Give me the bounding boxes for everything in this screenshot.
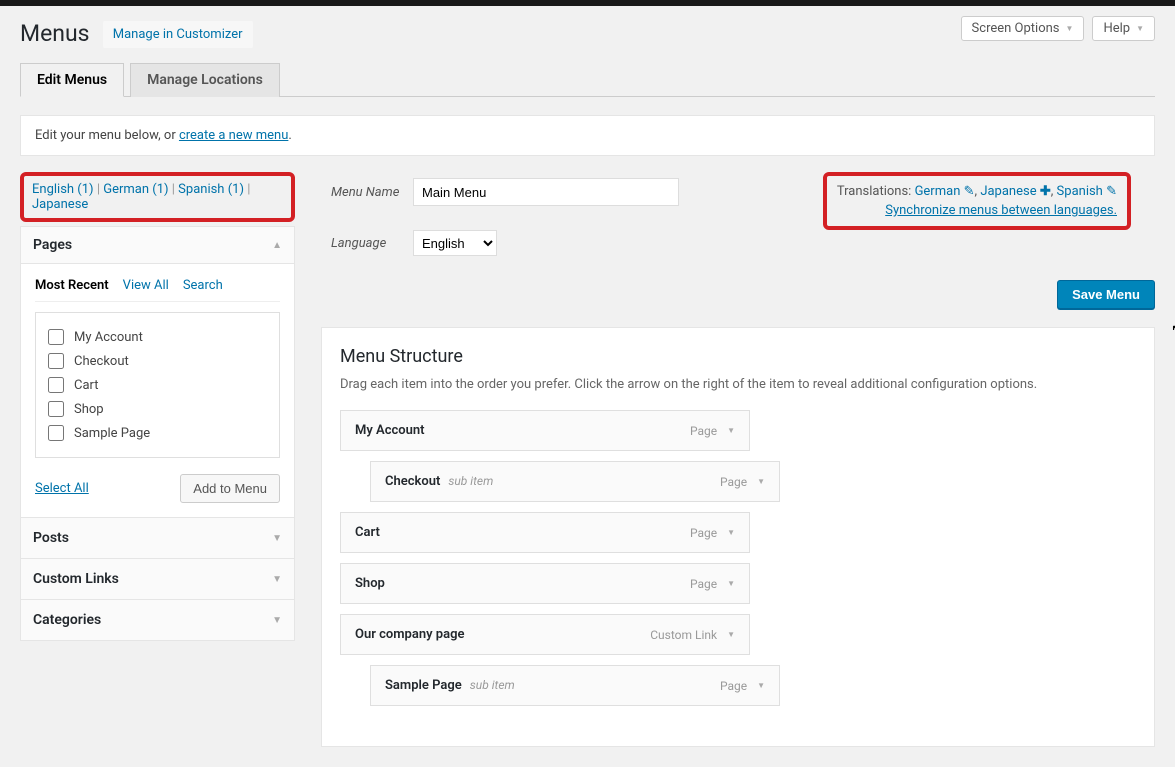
help-label: Help <box>1103 21 1130 36</box>
save-menu-button[interactable]: Save Menu <box>1057 280 1155 309</box>
pages-accordion-toggle[interactable]: Pages ▲ <box>21 227 294 264</box>
pages-tab-search[interactable]: Search <box>183 278 223 293</box>
custom-links-accordion-toggle[interactable]: Custom Links ▼ <box>20 559 295 600</box>
page-checkbox[interactable] <box>48 353 64 369</box>
chevron-down-icon: ▼ <box>1066 24 1074 33</box>
chevron-down-icon[interactable]: ▼ <box>727 630 735 639</box>
screen-options-label: Screen Options <box>972 21 1060 36</box>
menu-item[interactable]: Shop Page▼ <box>340 563 750 604</box>
page-checkbox[interactable] <box>48 329 64 345</box>
chevron-down-icon[interactable]: ▼ <box>727 528 735 537</box>
language-label: Language <box>331 236 413 251</box>
page-item[interactable]: Checkout <box>48 349 267 373</box>
chevron-down-icon: ▼ <box>272 574 282 585</box>
chevron-down-icon[interactable]: ▼ <box>727 579 735 588</box>
menu-item[interactable]: Checkoutsub item Page▼ <box>370 461 780 502</box>
synchronize-menus-link[interactable]: Synchronize menus between languages. <box>837 203 1117 218</box>
notice-text: Edit your menu below, or <box>35 128 179 143</box>
notice-text-after: . <box>288 128 291 143</box>
page-title: Menus <box>20 6 90 55</box>
menu-item[interactable]: Our company page Custom Link▼ <box>340 614 750 655</box>
page-item[interactable]: Cart <box>48 373 267 397</box>
menu-structure-description: Drag each item into the order you prefer… <box>340 377 1136 392</box>
menu-item[interactable]: Sample Pagesub item Page▼ <box>370 665 780 706</box>
menu-name-input[interactable] <box>413 178 679 206</box>
custom-links-accordion-title: Custom Links <box>33 571 119 587</box>
pages-tab-recent[interactable]: Most Recent <box>35 278 109 293</box>
categories-accordion-title: Categories <box>33 612 101 628</box>
language-select[interactable]: English <box>413 230 497 256</box>
translation-japanese-link[interactable]: Japanese ✚ <box>980 184 1050 199</box>
page-item[interactable]: My Account <box>48 325 267 349</box>
posts-accordion-toggle[interactable]: Posts ▼ <box>20 518 295 559</box>
chevron-down-icon: ▼ <box>1136 24 1144 33</box>
chevron-up-icon: ▲ <box>272 240 282 251</box>
translations-box: Translations: German ✎, Japanese ✚, Span… <box>823 172 1131 230</box>
page-checkbox[interactable] <box>48 401 64 417</box>
pencil-icon: ✎ <box>1106 184 1117 199</box>
plus-icon: ✚ <box>1040 184 1051 199</box>
add-to-menu-button[interactable]: Add to Menu <box>180 474 280 503</box>
lang-spanish-link[interactable]: Spanish (1) <box>178 182 244 197</box>
posts-accordion-title: Posts <box>33 530 69 546</box>
tab-manage-locations[interactable]: Manage Locations <box>130 63 280 97</box>
page-checkbox[interactable] <box>48 425 64 441</box>
select-all-link[interactable]: Select All <box>35 481 89 496</box>
chevron-down-icon: ▼ <box>272 615 282 626</box>
pages-accordion-title: Pages <box>33 237 72 253</box>
menu-structure-heading: Menu Structure <box>340 346 1136 367</box>
chevron-down-icon: ▼ <box>272 533 282 544</box>
translation-spanish-link[interactable]: Spanish ✎ <box>1057 184 1117 199</box>
lang-japanese-link[interactable]: Japanese <box>32 197 88 212</box>
pages-list: My Account Checkout Cart Shop Sample Pag… <box>35 312 280 458</box>
page-item[interactable]: Sample Page <box>48 421 267 445</box>
chevron-down-icon[interactable]: ▼ <box>757 681 765 690</box>
lang-english-link[interactable]: English (1) <box>32 182 94 197</box>
screen-options-button[interactable]: Screen Options ▼ <box>961 16 1085 41</box>
tab-edit-menus[interactable]: Edit Menus <box>20 63 124 97</box>
translations-prefix: Translations: <box>837 184 915 199</box>
help-button[interactable]: Help ▼ <box>1092 16 1155 41</box>
pages-tab-viewall[interactable]: View All <box>123 278 169 293</box>
menu-structure-panel: Menu Structure Drag each item into the o… <box>321 327 1155 747</box>
create-new-menu-link[interactable]: create a new menu <box>179 128 288 143</box>
menu-item[interactable]: Cart Page▼ <box>340 512 750 553</box>
lang-german-link[interactable]: German (1) <box>103 182 168 197</box>
menu-name-label: Menu Name <box>331 185 413 200</box>
pages-accordion: Pages ▲ Most Recent View All Search My A… <box>20 226 295 518</box>
chevron-down-icon[interactable]: ▼ <box>757 477 765 486</box>
pencil-icon: ✎ <box>964 184 975 199</box>
page-item[interactable]: Shop <box>48 397 267 421</box>
categories-accordion-toggle[interactable]: Categories ▼ <box>20 600 295 641</box>
chevron-down-icon[interactable]: ▼ <box>727 426 735 435</box>
cursor-icon: ↖ <box>1171 322 1175 338</box>
language-filter-row: English (1) | German (1) | Spanish (1) |… <box>20 172 295 222</box>
manage-in-customizer-link[interactable]: Manage in Customizer <box>103 21 253 48</box>
page-checkbox[interactable] <box>48 377 64 393</box>
menu-item[interactable]: My Account Page▼ <box>340 410 750 451</box>
notice-bar: Edit your menu below, or create a new me… <box>20 115 1155 156</box>
translation-german-link[interactable]: German ✎ <box>915 184 975 199</box>
